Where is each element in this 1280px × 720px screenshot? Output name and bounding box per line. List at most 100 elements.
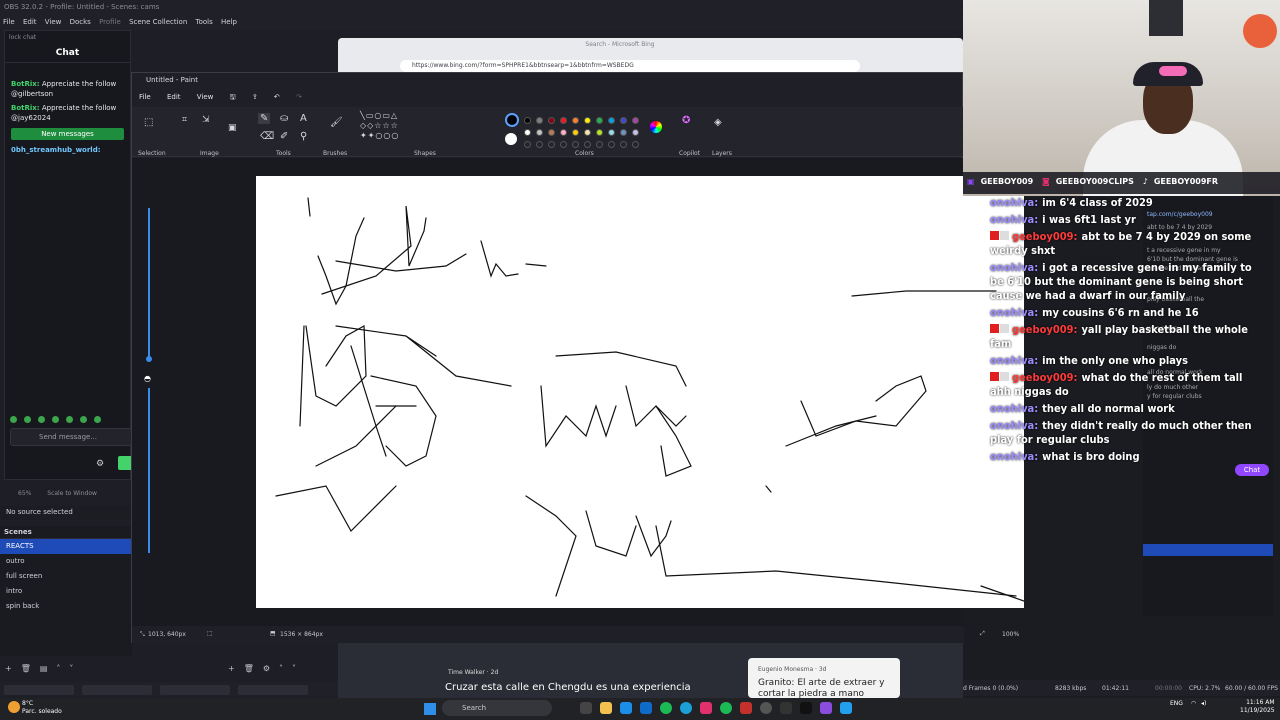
color-swatch[interactable] [560,117,567,124]
scale-mode[interactable]: Scale to Window [47,490,97,497]
empty-swatch[interactable] [536,141,543,148]
trash-icon[interactable]: 🗑 [244,664,254,673]
system-tray[interactable]: ENG ◠ ◂) [1170,700,1206,707]
spotify-icon[interactable] [660,702,672,714]
emote-icon[interactable] [38,416,45,423]
menu-edit[interactable]: Edit [20,16,40,28]
down-icon[interactable]: ˅ [69,664,73,673]
color-swatch[interactable] [572,117,579,124]
color-swatch[interactable] [620,129,627,136]
add-icon[interactable]: + [5,664,12,673]
news-headline[interactable]: Cruzar esta calle en Chengdu es una expe… [445,682,691,693]
windows-start-icon[interactable] [424,703,436,715]
secondary-color-icon[interactable] [505,133,517,145]
fit-icon[interactable]: ⤢ [980,630,985,638]
scene-item[interactable]: spin back [0,599,132,614]
text-icon[interactable]: A [300,113,307,124]
empty-swatch[interactable] [572,141,579,148]
scene-item[interactable]: REACTS [0,539,132,554]
spotify-icon[interactable] [720,702,732,714]
emote-icon[interactable] [10,416,17,423]
empty-swatch[interactable] [596,141,603,148]
app-icon[interactable] [740,702,752,714]
up-icon[interactable]: ˄ [279,664,283,673]
trash-icon[interactable]: 🗑 [21,664,31,673]
preview-zoom[interactable]: 65% Scale to Window [4,490,132,502]
color-swatch[interactable] [596,129,603,136]
shapes-gallery-icon[interactable]: ╲▭○▭△ ◇◇☆☆☆ ✦✦○○○ [360,111,399,141]
menu-help[interactable]: Help [218,16,240,28]
color-swatch[interactable] [584,129,591,136]
outlook-icon[interactable] [640,702,652,714]
emote-icon[interactable] [94,416,101,423]
menu-profile[interactable]: Profile [96,16,124,28]
filter-icon[interactable]: ▤ [40,664,48,673]
copilot-icon[interactable]: ✪ [682,115,690,126]
obs-icon[interactable] [760,702,772,714]
image-icon[interactable]: ▣ [228,123,237,133]
color-swatch[interactable] [548,129,555,136]
weather-icon[interactable] [8,701,20,713]
save-icon[interactable]: 🖫 [223,89,243,108]
color-swatch[interactable] [536,117,543,124]
menu-tools[interactable]: Tools [193,16,216,28]
color-swatch[interactable] [608,129,615,136]
up-icon[interactable]: ˄ [56,664,60,673]
edge-icon[interactable] [680,702,692,714]
taskbar-search[interactable]: Search [442,700,552,716]
emote-icon[interactable] [24,416,31,423]
color-swatch[interactable] [548,117,555,124]
add-icon[interactable]: + [228,664,235,673]
empty-swatch[interactable] [608,141,615,148]
eraser-icon[interactable]: ⌫ [260,131,274,142]
dock-tab[interactable] [82,685,152,695]
mail-icon[interactable] [620,702,632,714]
primary-color-icon[interactable] [505,113,519,127]
undo-icon[interactable]: ↶ [267,89,287,105]
tiktok-icon[interactable] [800,702,812,714]
magnifier-icon[interactable]: ⚲ [300,131,307,142]
color-swatch[interactable] [632,129,639,136]
brush-size-slider[interactable]: ◓ [144,208,152,558]
app-icon[interactable] [820,702,832,714]
menu-file[interactable]: File [132,89,158,105]
empty-swatch[interactable] [584,141,591,148]
gear-icon[interactable]: ⚙ [263,664,270,673]
news-headline[interactable]: Granito: El arte de extraer y cortar la … [758,678,898,700]
scene-item[interactable]: full screen [0,569,132,584]
task-view-icon[interactable] [580,702,592,714]
menu-docks[interactable]: Docks [67,16,94,28]
color-swatch[interactable] [524,129,531,136]
emote-icon[interactable] [80,416,87,423]
color-swatch[interactable] [584,117,591,124]
gear-icon[interactable]: ⚙ [96,459,104,469]
crop-icon[interactable]: ⌗ [182,115,187,125]
emote-icon[interactable] [52,416,59,423]
address-bar[interactable]: https://www.bing.com/?form=SPHPRE1&bbtns… [400,60,860,72]
empty-swatch[interactable] [524,141,531,148]
color-swatch[interactable] [572,129,579,136]
empty-swatch[interactable] [548,141,555,148]
edit-colors-icon[interactable] [650,121,662,133]
new-messages-button[interactable]: New messages [11,128,124,140]
emote-icon[interactable] [66,416,73,423]
instagram-icon[interactable] [700,702,712,714]
scene-item[interactable]: outro [0,554,132,569]
color-picker-icon[interactable]: ✐ [280,131,288,142]
dock-tab[interactable] [160,685,230,695]
file-explorer-icon[interactable] [600,702,612,714]
menu-view[interactable]: View [190,89,221,105]
scene-item[interactable]: intro [0,584,132,599]
resize-icon[interactable]: ⇲ [202,115,210,125]
color-swatch[interactable] [620,117,627,124]
dock-tab[interactable] [4,685,74,695]
color-swatch[interactable] [596,117,603,124]
layers-icon[interactable]: ◈ [714,117,722,128]
menu-file[interactable]: File [0,16,18,28]
color-swatch[interactable] [560,129,567,136]
chat-send-button[interactable] [118,456,132,470]
drawing-canvas[interactable] [256,176,1025,608]
color-swatch[interactable] [632,117,639,124]
empty-swatch[interactable] [560,141,567,148]
empty-swatch[interactable] [632,141,639,148]
